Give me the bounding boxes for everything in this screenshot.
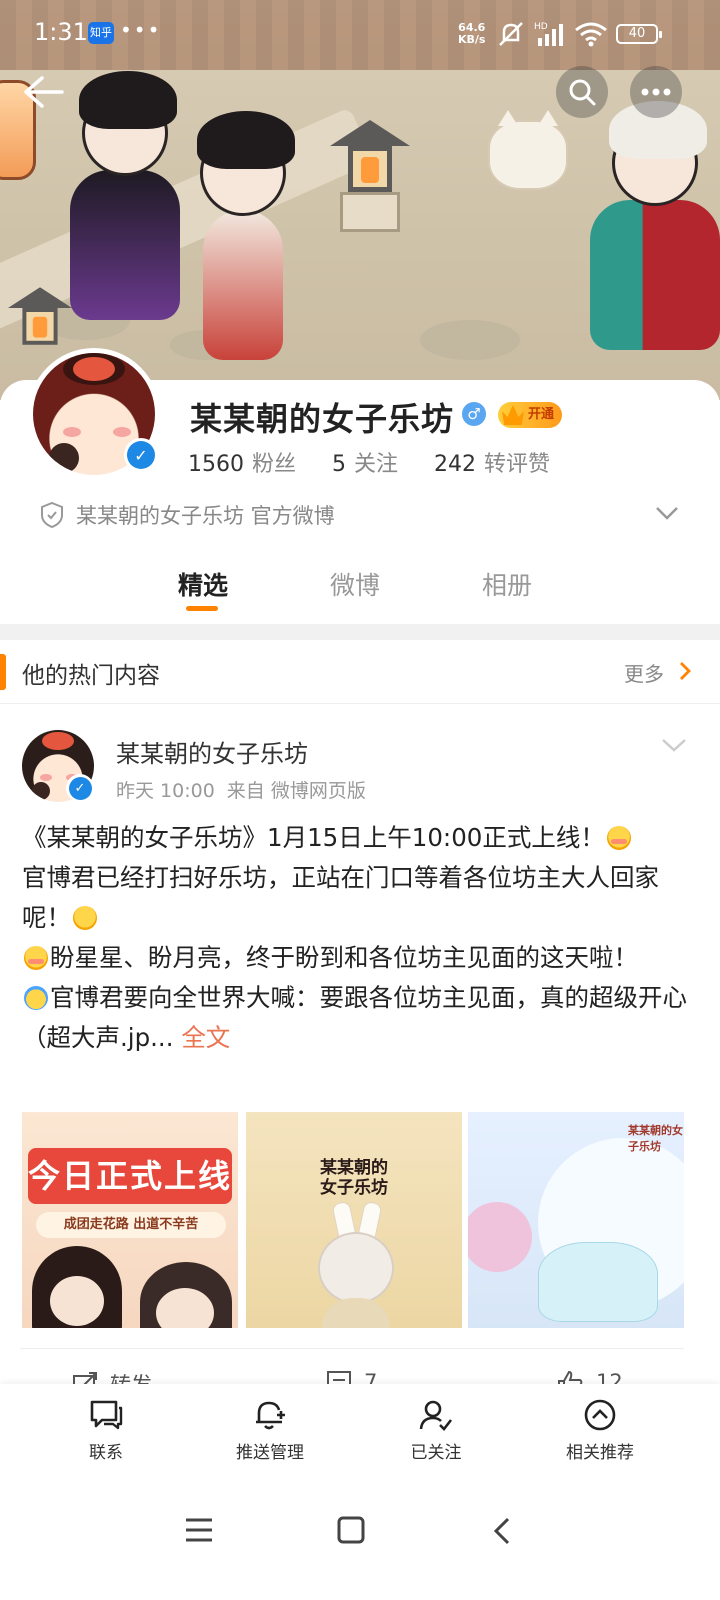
svg-text:HD: HD bbox=[534, 22, 548, 32]
profile-name: 某某朝的女子乐坊 bbox=[190, 400, 455, 438]
post-menu-chevron-icon[interactable] bbox=[660, 736, 688, 754]
post-author[interactable]: 某某朝的女子乐坊 bbox=[116, 734, 308, 769]
more-link[interactable]: 更多 bbox=[624, 658, 664, 687]
drool-emoji-icon bbox=[606, 826, 631, 850]
system-navigation-bar bbox=[0, 1480, 720, 1600]
shield-icon bbox=[41, 501, 63, 529]
verified-badge-icon: ✓ bbox=[66, 774, 94, 802]
shout-emoji-icon bbox=[24, 986, 48, 1010]
section-divider bbox=[0, 624, 720, 640]
circle-up-icon bbox=[584, 1399, 616, 1431]
post-text: 《某某朝的女子乐坊》1月15日上午10:00正式上线！ 官博君已经打扫好乐坊，正… bbox=[22, 823, 687, 1052]
chat-icon bbox=[90, 1400, 123, 1430]
full-text-link[interactable]: 全文 bbox=[181, 1023, 230, 1052]
chevron-right-icon[interactable] bbox=[678, 660, 692, 682]
cover-banner: 1:31 知乎 ••• 64.6 KB/s HD 40 bbox=[0, 0, 720, 400]
search-icon bbox=[569, 79, 596, 106]
male-icon: ♂ bbox=[462, 402, 486, 426]
hot-content-header: 他的热门内容 更多 bbox=[0, 640, 720, 704]
wifi-icon bbox=[575, 22, 607, 47]
tab-featured[interactable]: 精选 bbox=[178, 566, 228, 602]
home-icon[interactable] bbox=[336, 1516, 366, 1544]
menu-icon[interactable] bbox=[184, 1516, 214, 1544]
back-arrow-icon[interactable] bbox=[20, 72, 66, 112]
post-meta: 昨天 10:00 来自 微博网页版 bbox=[116, 776, 378, 803]
push-settings-button[interactable]: 推送管理 bbox=[210, 1398, 330, 1463]
post-image-3[interactable]: 某某朝的女子乐坊 bbox=[468, 1112, 684, 1328]
tab-weibo[interactable]: 微博 bbox=[330, 566, 380, 602]
net-speed: 64.6 KB/s bbox=[458, 21, 486, 46]
mute-icon bbox=[499, 22, 523, 46]
following-stat[interactable]: 5 关注 bbox=[332, 452, 434, 477]
user-check-icon bbox=[419, 1400, 453, 1431]
shock-emoji-icon bbox=[73, 906, 97, 930]
search-button[interactable] bbox=[556, 66, 608, 118]
post-image-2[interactable]: 某某朝的 女子乐坊 bbox=[246, 1112, 462, 1328]
status-time: 1:31 bbox=[34, 18, 88, 46]
back-icon[interactable] bbox=[490, 1516, 514, 1546]
interactions-stat[interactable]: 242 转评赞 bbox=[434, 452, 586, 477]
verified-badge-icon: ✓ bbox=[124, 438, 158, 472]
status-bar: 1:31 知乎 ••• 64.6 KB/s HD 40 bbox=[0, 0, 720, 70]
active-tab-indicator bbox=[186, 606, 218, 611]
profile-tabs: 精选 微博 相册 bbox=[0, 560, 720, 620]
tab-album[interactable]: 相册 bbox=[482, 566, 532, 602]
status-more: ••• bbox=[120, 18, 162, 42]
profile-page: 1:31 知乎 ••• 64.6 KB/s HD 40 ✓ 某某朝的女子乐坊 ♂… bbox=[0, 0, 720, 1600]
bell-plus-icon bbox=[256, 1401, 285, 1430]
hot-content-title: 他的热门内容 bbox=[22, 663, 160, 689]
more-options-button[interactable] bbox=[630, 66, 682, 118]
official-description: 某某朝的女子乐坊 官方微博 bbox=[40, 500, 335, 530]
crown-icon bbox=[502, 405, 524, 425]
signal-icon: HD bbox=[534, 22, 563, 46]
post-time: 昨天 10:00 bbox=[116, 780, 215, 802]
following-button[interactable]: 已关注 bbox=[376, 1398, 496, 1463]
post-actions: 转发 7 12 bbox=[20, 1348, 684, 1388]
followers-stat[interactable]: 1560 粉丝 bbox=[188, 452, 332, 477]
profile-action-bar: 联系 推送管理 已关注 相关推荐 bbox=[0, 1384, 720, 1480]
post-image-1[interactable]: 今日正式上线 成团走花路 出道不辛苦 bbox=[22, 1112, 238, 1328]
post-images: 今日正式上线 成团走花路 出道不辛苦 某某朝的 女子乐坊 某某朝的女子乐坊 bbox=[22, 1112, 686, 1328]
battery-indicator: 40 bbox=[616, 24, 662, 44]
vip-open-button[interactable]: 开通 bbox=[498, 402, 563, 428]
kiss-emoji-icon bbox=[24, 946, 48, 970]
vip-label: 开通 bbox=[528, 407, 555, 422]
ellipsis-icon bbox=[641, 88, 671, 96]
zhihu-app-icon: 知乎 bbox=[88, 22, 114, 44]
contact-button[interactable]: 联系 bbox=[46, 1398, 166, 1463]
profile-stats: 1560 粉丝 5 关注 242 转评赞 bbox=[188, 446, 586, 478]
chevron-down-icon[interactable] bbox=[654, 504, 680, 522]
related-recommend-button[interactable]: 相关推荐 bbox=[540, 1398, 660, 1463]
post-source: 来自 微博网页版 bbox=[226, 780, 366, 802]
